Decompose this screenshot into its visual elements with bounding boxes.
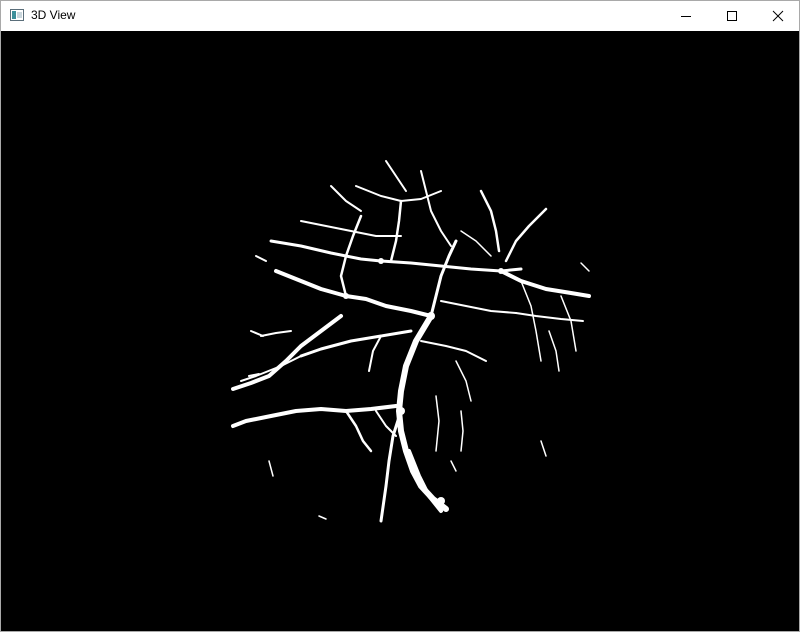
vessel-network-render <box>231 160 591 523</box>
close-button[interactable] <box>755 1 800 31</box>
close-icon <box>772 10 784 22</box>
maximize-icon <box>727 11 737 21</box>
app-window-icon <box>10 9 24 21</box>
app-window: 3D View <box>0 0 800 632</box>
title-bar[interactable]: 3D View <box>1 1 799 31</box>
3d-viewport[interactable] <box>1 31 799 631</box>
window-title: 3D View <box>31 8 76 22</box>
minimize-icon <box>681 16 691 17</box>
maximize-button[interactable] <box>709 1 755 31</box>
minimize-button[interactable] <box>663 1 709 31</box>
